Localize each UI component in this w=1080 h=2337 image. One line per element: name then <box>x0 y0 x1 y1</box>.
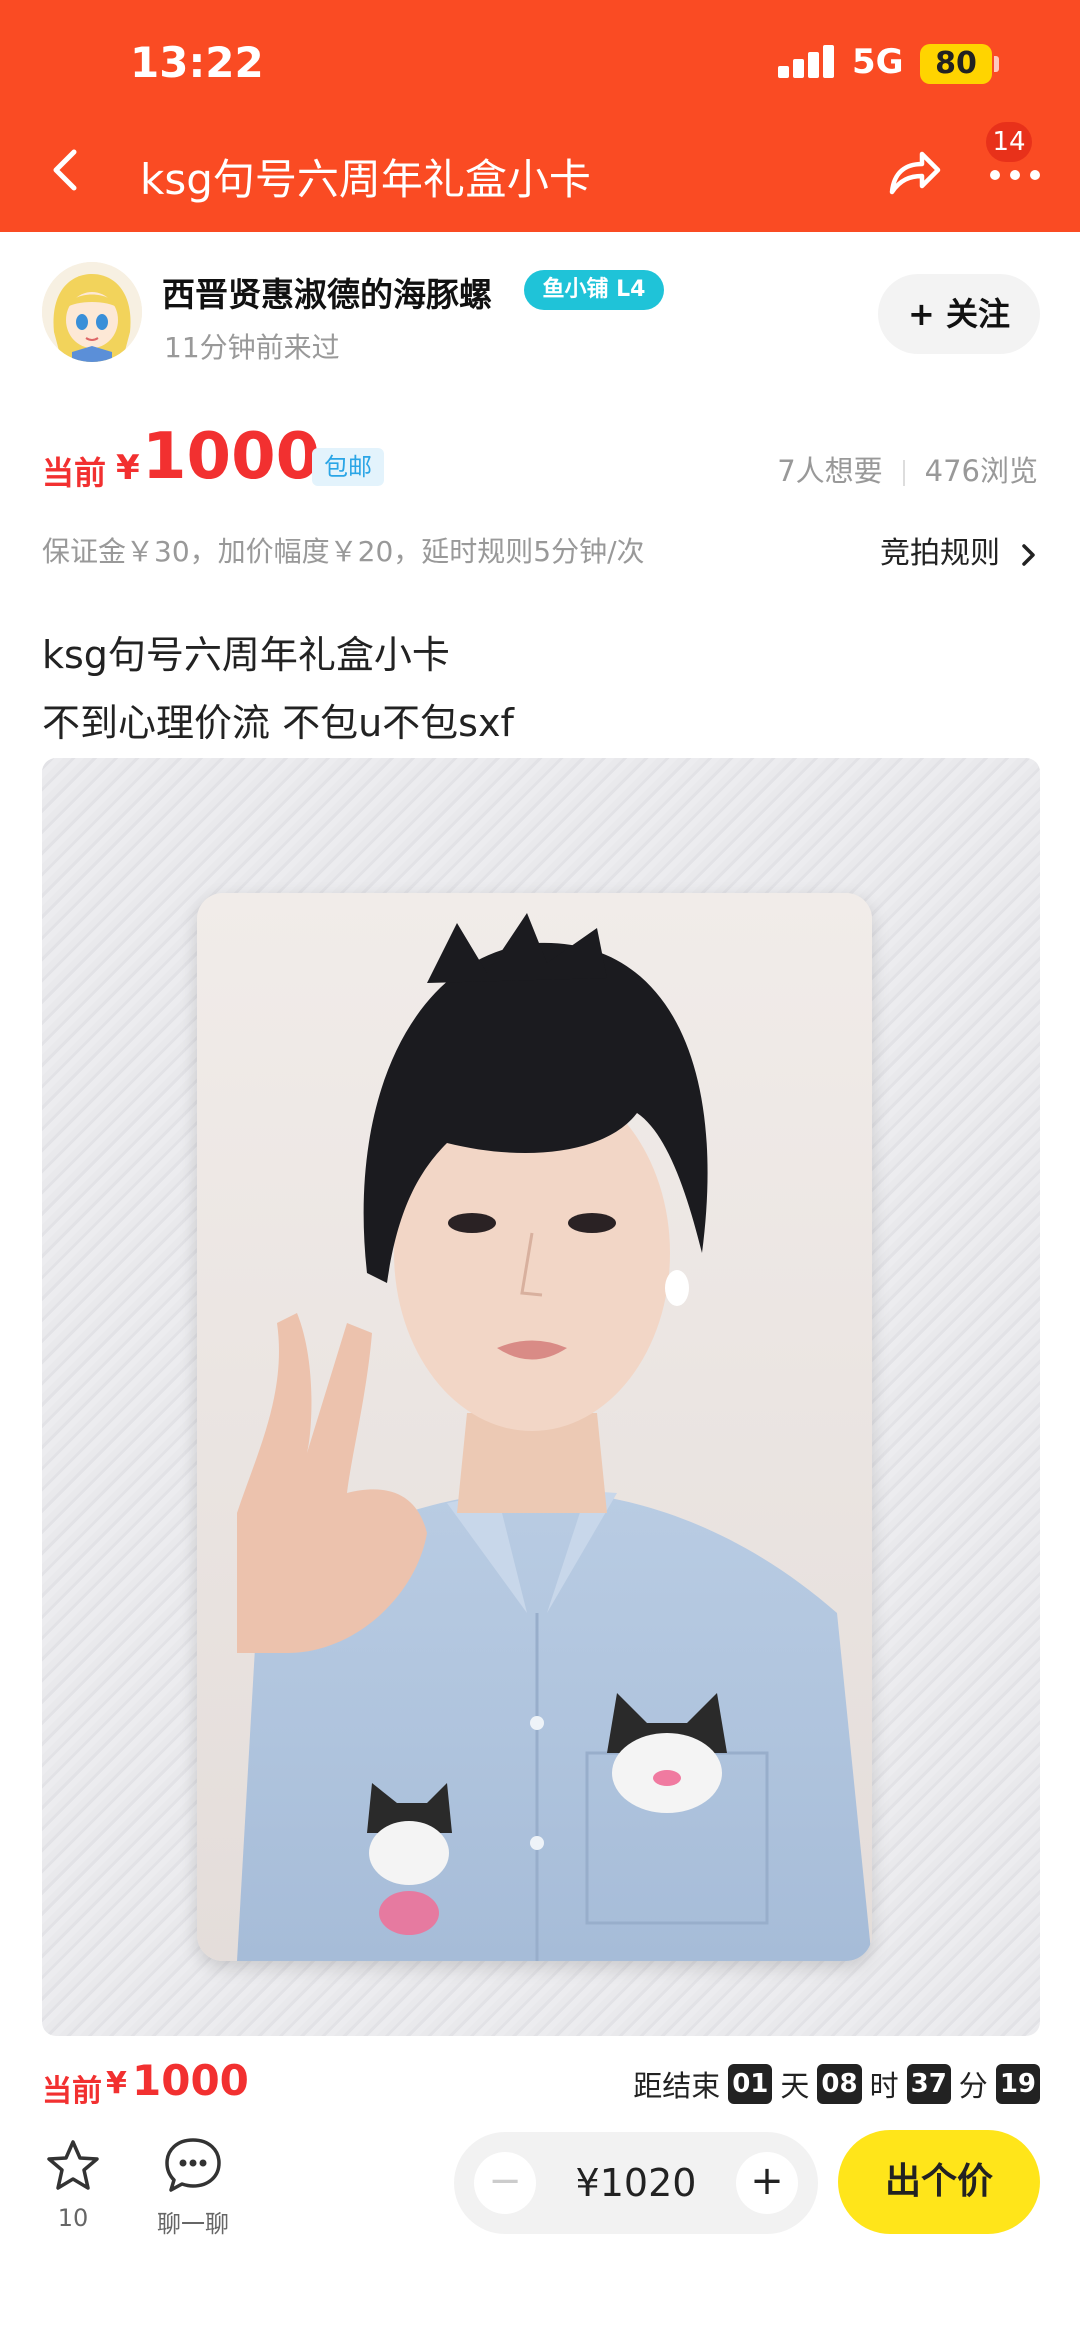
photocard <box>197 893 872 1961</box>
shop-level-badge: 鱼小铺 L4 <box>524 270 664 310</box>
network-type: 5G <box>852 42 904 82</box>
signal-icon <box>778 44 836 78</box>
top-header: 13:22 5G 80 ksg句号六周年礼盒小卡 14 <box>0 0 1080 232</box>
chat-bubble-icon <box>165 2138 221 2192</box>
countdown-days-unit: 天 <box>780 2069 810 2103</box>
bid-stepper: − ¥1020 + <box>454 2132 818 2234</box>
chat-button[interactable]: 聊一聊 <box>148 2134 238 2244</box>
favorite-button[interactable]: 10 <box>40 2134 106 2244</box>
chat-label: 聊一聊 <box>157 2210 229 2238</box>
countdown-days: 01 <box>728 2064 773 2104</box>
countdown-hours: 08 <box>817 2064 862 2104</box>
message-badge: 14 <box>986 122 1032 162</box>
share-icon[interactable] <box>884 142 944 202</box>
seller-last-seen: 11分钟前来过 <box>164 331 340 364</box>
auction-rules-summary: 保证金￥30，加价幅度￥20，延时规则5分钟/次 <box>42 535 645 568</box>
more-icon[interactable] <box>986 160 1046 190</box>
countdown-minutes-unit: 分 <box>958 2069 988 2103</box>
countdown-seconds: 19 <box>995 2064 1040 2104</box>
wants-count: 7人想要 <box>777 454 883 488</box>
chevron-right-icon <box>1021 543 1035 566</box>
item-title: ksg句号六周年礼盒小卡 <box>42 633 450 677</box>
bottom-price-label: 当前 <box>42 2074 102 2109</box>
auction-rules-link[interactable]: 竞拍规则 <box>880 528 1040 572</box>
price-currency: ¥ <box>116 448 140 488</box>
item-description: 不到心理价流 不包u不包sxf <box>42 701 514 745</box>
decrease-bid-button[interactable]: − <box>474 2152 536 2214</box>
increase-bid-button[interactable]: + <box>736 2152 798 2214</box>
favorite-count: 10 <box>57 2204 89 2232</box>
countdown-minutes: 37 <box>906 2064 951 2104</box>
views-count: 476浏览 <box>924 454 1038 488</box>
current-price-label: 当前 <box>42 454 107 492</box>
battery-level: 80 <box>920 44 992 84</box>
place-bid-button[interactable]: 出个价 <box>838 2130 1040 2234</box>
free-shipping-tag: 包邮 <box>312 448 384 486</box>
follow-button[interactable]: + 关注 <box>878 274 1040 354</box>
status-time: 13:22 <box>130 38 264 87</box>
bid-amount[interactable]: ¥1020 <box>544 2132 728 2234</box>
bottom-price-currency: ¥ <box>106 2066 127 2101</box>
auction-countdown: 距结束 01 天 08 时 37 分 19 <box>633 2062 1040 2106</box>
countdown-hours-unit: 时 <box>869 2069 899 2103</box>
star-icon <box>47 2140 99 2190</box>
current-price: 1000 <box>142 420 321 494</box>
avatar[interactable] <box>42 262 142 362</box>
page-title: ksg句号六周年礼盒小卡 <box>140 155 591 204</box>
stats-divider <box>902 460 905 486</box>
seller-name[interactable]: 西晋贤惠淑德的海豚螺 <box>162 268 492 316</box>
battery-tip <box>994 56 999 72</box>
bottom-current-price: 1000 <box>132 2056 249 2105</box>
item-photo[interactable] <box>42 758 1040 2036</box>
item-stats: 7人想要 476浏览 <box>777 448 1038 490</box>
countdown-label: 距结束 <box>633 2069 721 2103</box>
auction-rules-label: 竞拍规则 <box>880 536 1000 571</box>
back-arrow-icon[interactable] <box>38 140 98 200</box>
